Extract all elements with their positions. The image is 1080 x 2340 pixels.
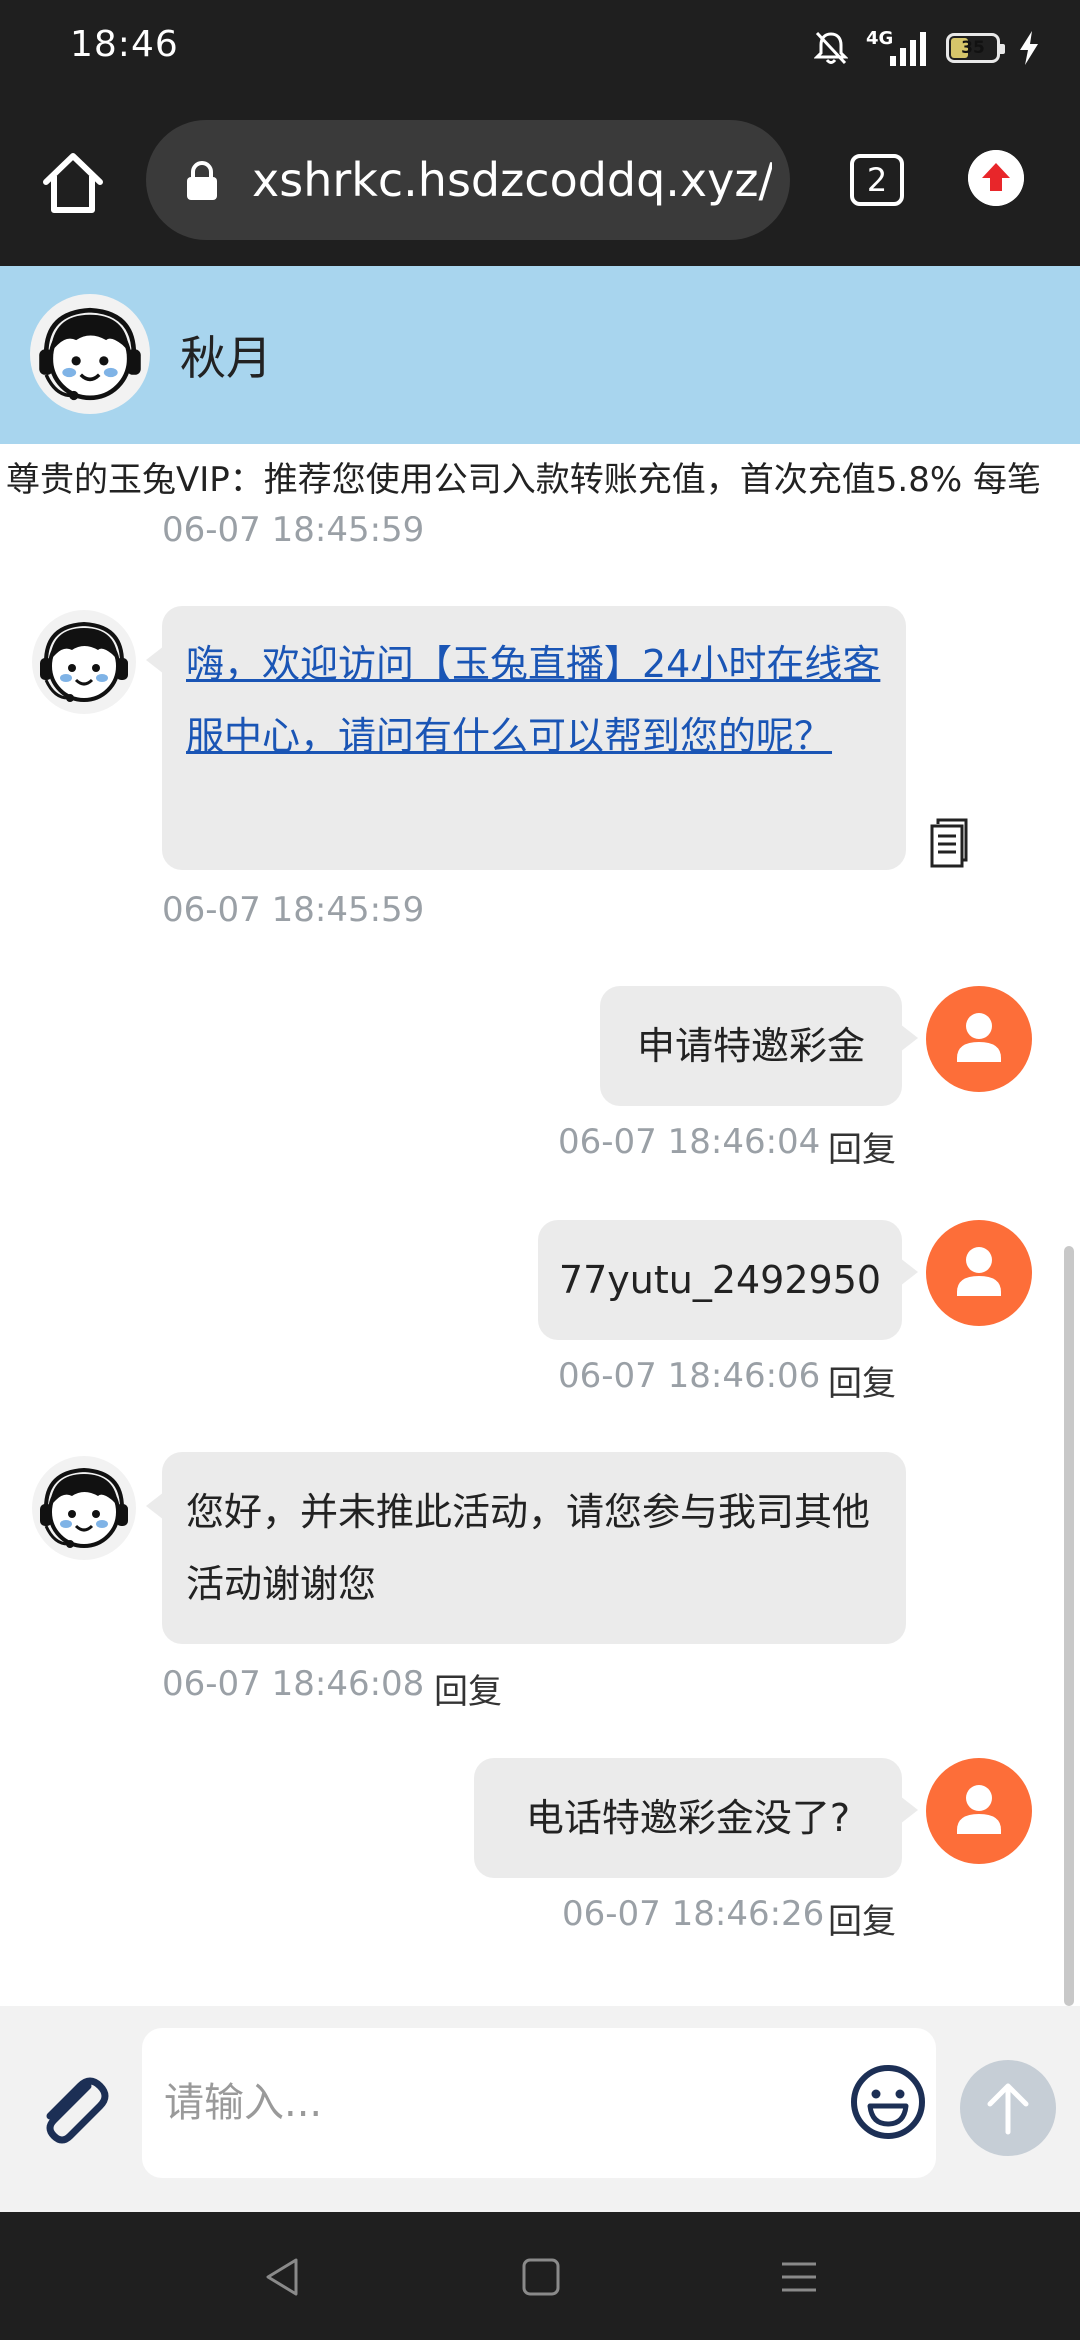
battery-level: 35 [961, 38, 985, 58]
agent-face-icon [40, 1467, 128, 1548]
lock-icon [187, 161, 217, 200]
status-bar: 18:46 4G 35 [0, 0, 1080, 100]
message-text[interactable]: 嗨，欢迎访问【玉兔直播】24小时在线客服中心，请问有什么可以帮到您的呢？ [186, 628, 882, 772]
address-bar[interactable]: xshrkc.hsdzcoddq.xyz/ir [146, 120, 790, 240]
home-icon[interactable] [38, 148, 108, 218]
copy-document-icon[interactable] [928, 816, 972, 870]
message-text: 77yutu_2492950 [558, 1258, 882, 1302]
send-button[interactable] [960, 2060, 1056, 2156]
message-text: 电话特邀彩金没了? [525, 1796, 851, 1840]
agent-message-bubble: 您好，并未推此活动，请您参与我司其他活动谢谢您 [146, 1452, 906, 1644]
user-message-bubble: 申请特邀彩金 [600, 986, 918, 1106]
charging-bolt-icon [1020, 31, 1038, 65]
user-message-bubble: 电话特邀彩金没了? [474, 1758, 918, 1878]
status-icons: 4G 35 [814, 26, 1040, 70]
message-timestamp: 06-07 18:46:06 [558, 1356, 821, 1396]
message-timestamp: 06-07 18:46:04 [558, 1122, 821, 1162]
menu-lines-icon[interactable] [774, 2252, 824, 2302]
paperclip-icon[interactable] [30, 2066, 114, 2150]
user-avatar [926, 1758, 1032, 1864]
chat-header: 秋月 [0, 266, 1080, 444]
smiley-icon[interactable] [848, 2062, 928, 2142]
status-time: 18:46 [70, 24, 179, 65]
person-icon [957, 1247, 1001, 1296]
agent-face-icon [39, 307, 141, 401]
message-timestamp: 06-07 18:45:59 [162, 516, 425, 550]
message-timestamp: 06-07 18:45:59 [162, 890, 425, 930]
send-arrow-icon [987, 2083, 1029, 2135]
user-message-bubble: 77yutu_2492950 [538, 1220, 918, 1340]
message-timestamp: 06-07 18:46:08 [162, 1664, 425, 1704]
upload-arrow-icon[interactable] [968, 150, 1024, 206]
network-signal-icon: 4G [866, 26, 928, 70]
notice-marquee: 尊贵的玉兔VIP：推荐您使用公司入款转账充值，首次充值5.8% 每笔 [0, 444, 1080, 516]
agent-avatar [30, 294, 150, 414]
system-nav-bar [0, 2212, 1080, 2340]
user-avatar [926, 1220, 1032, 1326]
reply-link[interactable]: 回复 [828, 1122, 896, 1171]
agent-name: 秋月 [180, 331, 272, 385]
person-icon [957, 1013, 1001, 1062]
tab-count: 2 [866, 161, 888, 199]
browser-toolbar: xshrkc.hsdzcoddq.xyz/ir 2 [0, 100, 1080, 266]
composer [0, 2006, 1080, 2212]
reply-link[interactable]: 回复 [828, 1894, 896, 1943]
message-text: 申请特邀彩金 [636, 1024, 865, 1068]
url-text[interactable]: xshrkc.hsdzcoddq.xyz/ir [252, 150, 772, 210]
agent-avatar [32, 610, 136, 714]
chat-scrollbar[interactable] [1064, 1246, 1074, 2006]
person-icon [957, 1785, 1001, 1834]
square-home-icon[interactable] [516, 2252, 566, 2302]
back-triangle-icon[interactable] [258, 2252, 308, 2302]
message-input-box[interactable] [142, 2028, 936, 2178]
chat-messages[interactable]: 06-07 18:45:59 嗨，欢迎访问【玉兔直播】24小时在线客服中心，请问… [0, 516, 1080, 2006]
message-timestamp: 06-07 18:46:26 [562, 1894, 825, 1934]
bell-muted-icon [814, 31, 848, 65]
agent-message-bubble: 嗨，欢迎访问【玉兔直播】24小时在线客服中心，请问有什么可以帮到您的呢？ [146, 606, 906, 870]
reply-link[interactable]: 回复 [434, 1664, 502, 1713]
agent-avatar [32, 1456, 136, 1560]
agent-face-icon [40, 621, 128, 702]
message-input[interactable] [162, 2068, 762, 2138]
tab-switcher-button[interactable]: 2 [850, 154, 904, 206]
reply-link[interactable]: 回复 [828, 1356, 896, 1405]
message-text: 您好，并未推此活动，请您参与我司其他活动谢谢您 [186, 1490, 871, 1606]
user-avatar [926, 986, 1032, 1092]
battery-icon: 35 [946, 33, 1005, 63]
